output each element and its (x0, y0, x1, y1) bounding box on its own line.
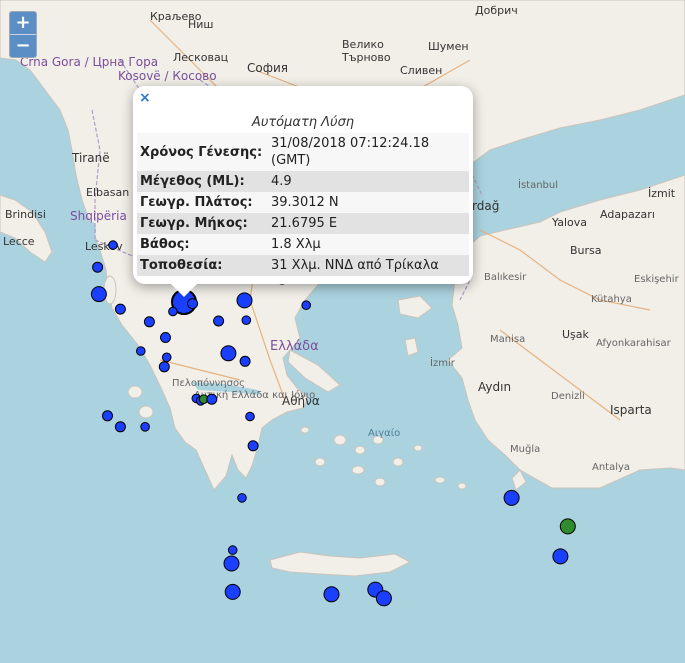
earthquake-marker[interactable] (237, 493, 247, 503)
label-Shqiperia: Shqipëria (70, 209, 127, 223)
latitude-value: 39.3012 N (268, 192, 469, 213)
label-Mugla: Muğla (510, 443, 540, 455)
popup-title: Αυτόματη Λύση (251, 115, 355, 130)
label-Lecce: Lecce (3, 235, 35, 248)
earthquake-marker[interactable] (140, 422, 150, 432)
earthquake-marker[interactable] (227, 545, 238, 555)
origin-time-label: Χρόνος Γένεσης: (137, 133, 268, 171)
earthquake-marker[interactable] (114, 303, 126, 315)
earthquake-marker[interactable] (375, 590, 392, 607)
earthquake-marker[interactable] (102, 410, 113, 422)
table-row: Γεωγρ. Πλάτος: 39.3012 N (137, 192, 469, 213)
table-row: Χρόνος Γένεσης: 31/08/2018 07:12:24.18 (… (137, 133, 469, 171)
label-Usak: Uşak (562, 328, 590, 341)
zoom-out-button[interactable]: − (10, 34, 36, 57)
label-Kosovo: Kosovë / Косово (118, 69, 217, 83)
close-icon[interactable]: × (139, 91, 151, 105)
label-Elbasan: Elbasan (86, 186, 129, 199)
label-Leskovac: Лесковац (173, 51, 228, 64)
earthquake-popup: × Αυτόματη Λύση Χρόνος Γένεσης: 31/08/20… (133, 86, 473, 297)
earthquake-marker[interactable] (220, 345, 237, 362)
label-Tekirdag: rdağ (472, 199, 499, 213)
earthquake-marker[interactable] (239, 355, 251, 367)
earthquake-marker[interactable] (206, 393, 218, 405)
longitude-label: Γεωγρ. Μήκος: (137, 213, 268, 234)
zoom-in-button[interactable]: + (10, 12, 36, 34)
earthquake-marker[interactable] (136, 346, 146, 356)
earthquake-marker[interactable] (92, 261, 104, 273)
label-Istanbul: İstanbul (518, 178, 558, 191)
magnitude-value: 4.9 (268, 171, 469, 192)
label-Adapazari: Adapazarı (600, 208, 655, 221)
earthquake-marker[interactable] (161, 352, 172, 363)
label-Sliven: Сливен (400, 64, 442, 77)
earthquake-marker[interactable] (223, 555, 240, 572)
label-Eskisehir: Eskişehir (634, 274, 680, 285)
label-Balikesir: Balıkesir (484, 272, 527, 283)
earthquake-info-table: Χρόνος Γένεσης: 31/08/2018 07:12:24.18 (… (137, 133, 469, 276)
earthquake-marker[interactable] (187, 298, 199, 310)
label-Yalova: Yalova (551, 216, 587, 229)
table-row: Μέγεθος (ML): 4.9 (137, 171, 469, 192)
earthquake-marker[interactable] (114, 421, 126, 433)
earthquake-marker[interactable] (168, 306, 178, 317)
label-Afyonkarahisar: Afyonkarahisar (596, 338, 672, 349)
table-row: Βάθος: 1.8 Χλμ (137, 234, 469, 255)
earthquake-marker[interactable] (143, 316, 155, 328)
label-Izmit: İzmit (648, 187, 676, 200)
earthquake-marker[interactable] (245, 411, 255, 422)
earthquake-marker[interactable] (108, 240, 118, 250)
latitude-label: Γεωγρ. Πλάτος: (137, 192, 268, 213)
location-label: Τοποθεσία: (137, 255, 268, 276)
label-Manisa: Manisa (490, 334, 525, 345)
label-Aigaio: Αιγαίο (368, 427, 400, 439)
label-Sofia: София (247, 61, 288, 75)
origin-time-value: 31/08/2018 07:12:24.18 (GMT) (268, 133, 469, 171)
location-value: 31 Χλμ. ΝΝΔ από Τρίκαλα (268, 255, 469, 276)
earthquake-marker[interactable] (552, 548, 569, 565)
depth-label: Βάθος: (137, 234, 268, 255)
label-Izmir: İzmir (430, 356, 456, 369)
label-Kutahya: Kütahya (591, 294, 632, 305)
label-Veliko-Tarnovo: Велико Търново (341, 38, 391, 64)
label-Brindisi: Brindisi (5, 208, 46, 221)
label-Antalya: Antalya (592, 462, 630, 473)
earthquake-marker[interactable] (247, 440, 259, 452)
table-row: Γεωγρ. Μήκος: 21.6795 E (137, 213, 469, 234)
earthquake-marker[interactable] (160, 332, 171, 343)
earthquake-marker[interactable] (236, 292, 253, 309)
earthquake-marker[interactable] (158, 361, 170, 373)
zoom-control: + − (9, 11, 37, 58)
label-Denizli: Denizli (551, 391, 585, 402)
earthquake-marker[interactable] (503, 489, 520, 506)
label-Crna-Gora: Crna Gora / Црна Гора (20, 55, 158, 69)
label-Shumen: Шумен (428, 40, 469, 53)
earthquake-marker[interactable] (90, 286, 107, 303)
label-Bursa: Bursa (570, 244, 602, 257)
label-Aydin: Aydın (478, 380, 511, 394)
label-Isparta: Isparta (610, 403, 652, 417)
label-Nis: Ниш (188, 18, 214, 31)
earthquake-marker[interactable] (323, 586, 340, 603)
earthquake-marker[interactable] (241, 315, 252, 326)
label-Dobrich: Добрич (475, 4, 518, 17)
longitude-value: 21.6795 E (268, 213, 469, 234)
earthquake-marker[interactable] (301, 300, 312, 311)
depth-value: 1.8 Χλμ (268, 234, 469, 255)
earthquake-marker[interactable] (224, 583, 241, 600)
table-row: Τοποθεσία: 31 Χλμ. ΝΝΔ από Τρίκαλα (137, 255, 469, 276)
earthquake-marker[interactable] (213, 315, 225, 327)
label-Ellada: Ελλάδα (270, 339, 319, 354)
label-Peloponnisos: Πελοπόννησος (172, 377, 245, 389)
earthquake-marker[interactable] (559, 518, 576, 535)
label-Tirane: Tiranë (71, 151, 110, 165)
magnitude-label: Μέγεθος (ML): (137, 171, 268, 192)
